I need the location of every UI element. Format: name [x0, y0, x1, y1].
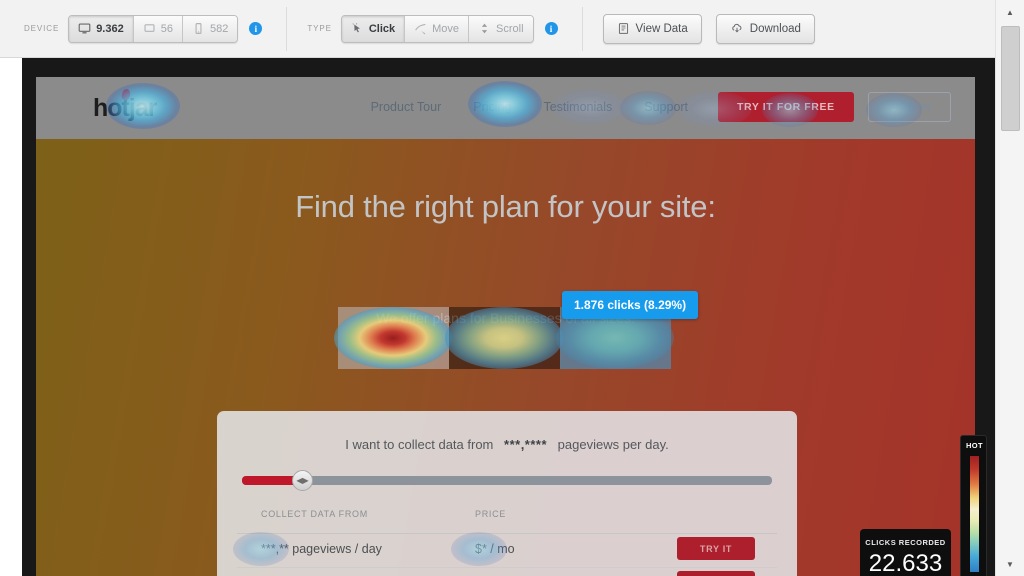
type-click-label: Click: [368, 22, 396, 35]
clicks-recorded-value: 22.633: [868, 550, 943, 576]
top-toolbar: DEVICE 9.362 56 582 i TYPE Click Move Sc…: [0, 0, 995, 58]
hotjar-logo[interactable]: hotjar: [93, 88, 157, 123]
clicks-recorded-label: CLICKS RECORDED: [865, 538, 946, 547]
type-info-icon[interactable]: i: [544, 22, 558, 35]
device-tablet-count: 56: [160, 22, 173, 35]
move-icon: [414, 22, 427, 35]
pageview-selector-value: ***,****: [504, 437, 548, 452]
device-filter-group: DEVICE 9.362 56 582 i: [24, 0, 280, 57]
device-mobile-count: 582: [209, 22, 229, 35]
hero-cta-2[interactable]: [445, 307, 563, 369]
click-tooltip: 1.876 clicks (8.29%): [562, 291, 699, 319]
row-amount: ***,** pageviews / day: [261, 542, 382, 556]
clicks-recorded-counter: CLICKS RECORDED 22.633: [860, 529, 951, 576]
site-nav: Product Tour Pricing Testimonials Suppor…: [355, 91, 951, 123]
scroll-icon: [478, 22, 491, 35]
type-scroll-label: Scroll: [496, 22, 524, 35]
download-button[interactable]: Download: [715, 13, 815, 44]
desktop-icon: [78, 22, 91, 35]
page-scrollbar[interactable]: ▲ ▼: [995, 0, 1024, 576]
device-desktop-count: 9.362: [96, 22, 124, 35]
pageview-selector-line: I want to collect data from ***,**** pag…: [217, 437, 797, 452]
page-preview-frame: hotjar Product Tour Pricing Testimonials…: [22, 58, 995, 576]
column-header-price: PRICE: [475, 509, 507, 519]
column-header-collect-data-from: COLLECT DATA FROM: [261, 509, 368, 519]
device-segmented-control[interactable]: 9.362 56 582: [68, 14, 239, 43]
hero-cta-1[interactable]: [334, 307, 452, 369]
pageview-selector-prefix: I want to collect data from: [345, 437, 494, 452]
pricing-table-header: COLLECT DATA FROM PRICE: [237, 509, 777, 534]
nav-item-pricing[interactable]: Pricing: [457, 91, 527, 123]
type-move-button[interactable]: Move: [405, 15, 470, 42]
view-data-button[interactable]: View Data: [602, 13, 702, 44]
sign-in-button[interactable]: SIGN IN: [867, 92, 951, 122]
heat-blob-hero-cta-2: [445, 307, 563, 369]
type-click-button[interactable]: Click: [341, 15, 406, 42]
scroll-down-arrow-icon[interactable]: ▼: [996, 556, 1024, 572]
view-data-label: View Data: [635, 22, 688, 35]
type-label: TYPE: [307, 24, 332, 33]
device-info-icon[interactable]: i: [249, 22, 263, 35]
scrollbar-thumb[interactable]: [1001, 26, 1020, 131]
toolbar-divider-2: [581, 6, 583, 51]
legend-gradient-bar: [970, 456, 979, 572]
site-header: hotjar Product Tour Pricing Testimonials…: [36, 77, 975, 139]
slider-handle[interactable]: ◀▶: [292, 470, 313, 491]
nav-item-support[interactable]: Support: [628, 91, 704, 123]
legend-hot-label: HOT: [965, 441, 984, 450]
type-scroll-button[interactable]: Scroll: [469, 15, 533, 42]
hero-section: Find the right plan for your site: We of…: [36, 139, 975, 576]
scroll-up-arrow-icon[interactable]: ▲: [996, 4, 1024, 20]
download-label: Download: [749, 22, 801, 35]
device-tablet-button[interactable]: 56: [133, 15, 183, 42]
table-row: ***,**** pageviews / day $**** / mo TRY …: [237, 567, 777, 576]
device-label: DEVICE: [24, 24, 60, 33]
nav-item-product-tour[interactable]: Product Tour: [355, 91, 458, 123]
nav-item-testimonials[interactable]: Testimonials: [527, 91, 628, 123]
heatmap-legend: HOT COLD: [960, 435, 987, 576]
toolbar-divider: [286, 6, 288, 51]
pageview-selector-suffix: pageviews per day.: [557, 437, 669, 452]
table-row: ***,** pageviews / day $* / mo TRY IT: [233, 532, 777, 568]
device-mobile-button[interactable]: 582: [182, 15, 238, 42]
tablet-icon: [143, 22, 156, 35]
mobile-icon: [192, 22, 205, 35]
type-move-label: Move: [432, 22, 460, 35]
type-segmented-control[interactable]: Click Move Scroll: [340, 14, 534, 43]
click-icon: [351, 22, 364, 35]
pricing-card: I want to collect data from ***,**** pag…: [217, 411, 797, 576]
heat-blob-hero-cta-1: [334, 307, 452, 369]
device-desktop-button[interactable]: 9.362: [69, 15, 134, 42]
row-price: $* / mo: [475, 542, 515, 556]
rendered-page: hotjar Product Tour Pricing Testimonials…: [36, 77, 975, 576]
download-cloud-icon: [730, 22, 744, 35]
document-icon: [617, 22, 630, 35]
heatmap-viewer-app: DEVICE 9.362 56 582 i TYPE Click Move Sc…: [0, 0, 1024, 576]
row-try-it-button[interactable]: TRY IT: [677, 537, 755, 560]
page-title: Find the right plan for your site:: [295, 189, 716, 224]
pageview-slider[interactable]: ◀▶: [242, 470, 772, 491]
type-filter-group: TYPE Click Move Scroll i: [307, 0, 575, 57]
try-it-for-free-button[interactable]: TRY IT FOR FREE: [718, 92, 854, 122]
row-try-it-button[interactable]: TRY IT: [677, 571, 755, 576]
